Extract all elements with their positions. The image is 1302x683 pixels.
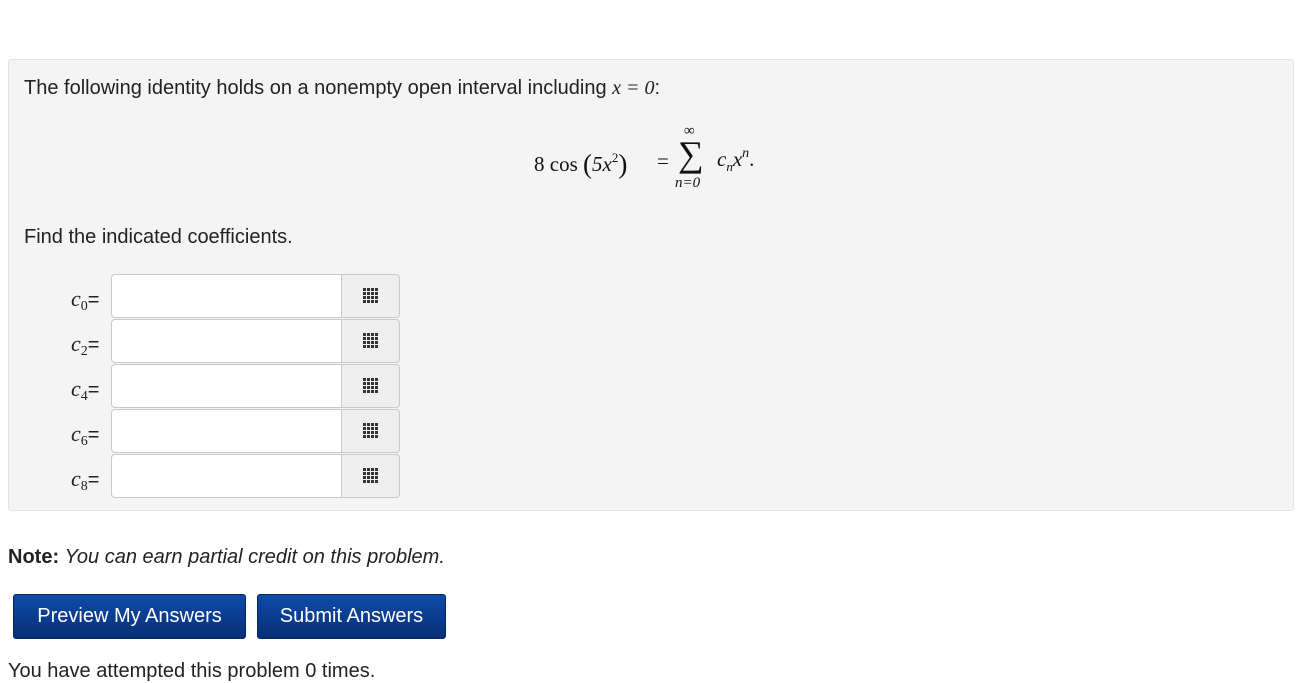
equation-palette-button[interactable] [341,274,400,318]
grid-icon [362,468,379,484]
answer-row-c2: c2= [69,319,409,363]
formula-rhs-x: x [732,147,743,171]
grid-icon [362,378,379,394]
formula-rhs-exp: n [742,146,750,161]
problem-intro: The following identity holds on a nonemp… [24,77,660,100]
answer-row-c8: c8= [69,454,409,498]
note-text: You can earn partial credit on this prob… [64,546,445,568]
grid-icon [362,288,379,304]
equation-palette-button[interactable] [341,454,400,498]
sigma-icon: ∑ [678,134,704,174]
equation-palette-button[interactable] [341,364,400,408]
answer-label: c4= [71,376,100,404]
intro-suffix: : [654,77,661,99]
problem-panel: The following identity holds on a nonemp… [8,59,1294,511]
answer-label: c6= [71,421,100,449]
submit-answers-button[interactable]: Submit Answers [257,594,446,639]
answer-input-c2[interactable] [111,319,343,363]
formula-lhs: 8 cos (5x2) [534,149,628,179]
equation-palette-button[interactable] [341,409,400,453]
formula-rhs: cnxn. [717,146,755,174]
answer-label: c0= [71,286,100,314]
grid-icon [362,423,379,439]
formula-rhs-end: . [749,147,755,171]
formula-lhs-inner: 5x [592,152,612,176]
preview-answers-button[interactable]: Preview My Answers [13,594,246,639]
answer-input-c8[interactable] [111,454,343,498]
formula-equals: = [657,149,669,173]
note-label: Note: [8,546,60,568]
answer-label: c2= [71,331,100,359]
answer-input-c0[interactable] [111,274,343,318]
grid-icon [362,333,379,349]
intro-text: The following identity holds on a nonemp… [24,77,607,99]
answer-row-c0: c0= [69,274,409,318]
formula-rhs-sub: n [726,159,733,174]
partial-credit-note: Note: You can earn partial credit on thi… [8,546,445,569]
equation-palette-button[interactable] [341,319,400,363]
formula-rhs-c: c [717,147,727,171]
formula-lhs-coef: 8 cos [534,152,578,176]
answer-input-c4[interactable] [111,364,343,408]
answer-input-c6[interactable] [111,409,343,453]
sum-lower-limit: n=0 [675,175,701,191]
answer-row-c6: c6= [69,409,409,453]
answer-row-c4: c4= [69,364,409,408]
answer-label: c8= [71,466,100,494]
intro-math: x = 0 [612,77,655,99]
instruction-text: Find the indicated coefficients. [24,226,293,248]
